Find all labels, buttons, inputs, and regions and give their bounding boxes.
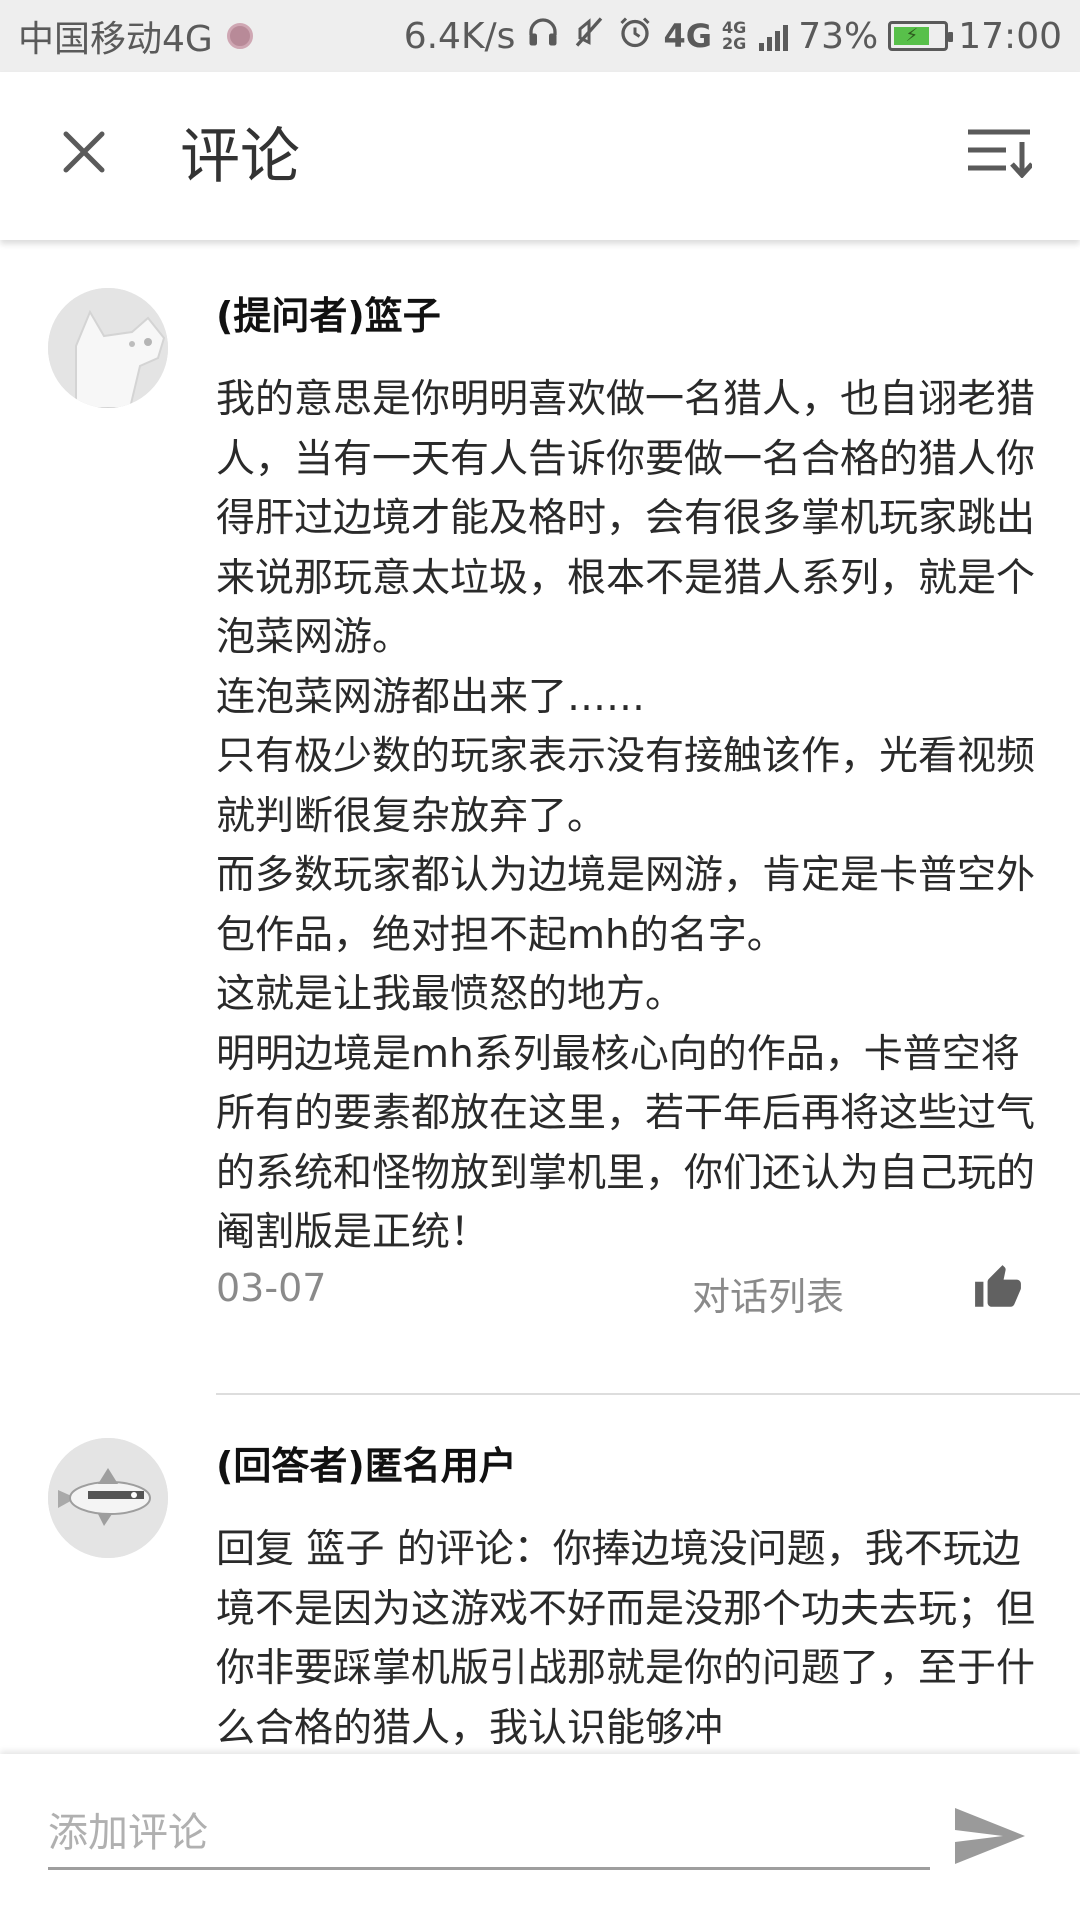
network-type-2g-small: 2G — [721, 34, 747, 53]
status-bar-left: 中国移动4G — [18, 10, 253, 62]
status-bar-right: 6.4K/s 4G 4G 2G 73% ⚡ 17:00 — [394, 14, 1062, 59]
sort-button[interactable] — [954, 116, 1044, 188]
signal-icon — [756, 21, 789, 51]
comment-meta: 03-07 对话列表 — [216, 1258, 1080, 1321]
alarm-icon — [617, 14, 653, 59]
network-type-dual: 4G 2G — [722, 20, 746, 52]
sort-icon — [968, 129, 1032, 178]
page-title: 评论 — [180, 122, 300, 192]
mute-icon — [571, 14, 607, 59]
network-type-4g: 4G — [663, 17, 712, 55]
comment-item: (提问者)篮子 我的意思是你明明喜欢做一名猎人，也自诩老猎人，当有一天有人告诉你… — [0, 240, 1080, 1400]
network-speed: 6.4K/s — [403, 15, 516, 57]
avatar[interactable] — [48, 1438, 168, 1558]
fish-avatar-icon — [48, 1438, 168, 1558]
close-button[interactable] — [48, 116, 120, 188]
dog-avatar-icon — [48, 288, 168, 408]
conversation-list-link[interactable]: 对话列表 — [692, 1266, 844, 1321]
send-icon — [955, 1808, 1025, 1864]
comment-input-bar — [0, 1754, 1080, 1920]
comment-body: (提问者)篮子 我的意思是你明明喜欢做一名猎人，也自诩老猎人，当有一天有人告诉你… — [216, 292, 1080, 1263]
add-comment-input[interactable] — [48, 1798, 930, 1870]
comment-item: (回答者)匿名用户 回复 篮子 的评论：你捧边境没问题，我不玩边境不是因为这游戏… — [0, 1400, 1080, 1754]
headset-icon — [525, 14, 561, 59]
clock: 17:00 — [958, 15, 1062, 57]
carrier-name: 中国移动4G — [18, 19, 213, 60]
battery-level: ⚡ — [894, 27, 930, 45]
avatar[interactable] — [48, 288, 168, 408]
comment-author[interactable]: (回答者)匿名用户 — [216, 1442, 1080, 1490]
close-icon — [63, 131, 105, 173]
battery-percent: 73% — [798, 15, 879, 57]
app-header: 评论 — [0, 72, 1080, 240]
comment-text: 我的意思是你明明喜欢做一名猎人，也自诩老猎人，当有一天有人告诉你要做一名合格的猎… — [216, 377, 1036, 1255]
notification-dot-icon — [226, 23, 253, 49]
battery-icon: ⚡ — [888, 21, 954, 51]
comment-text: 回复 篮子 的评论：你捧边境没问题，我不玩边境不是因为这游戏不好而是没那个功夫去… — [216, 1527, 1036, 1751]
status-bar: 中国移动4G 6.4K/s 4G 4G 2G 73% ⚡ 17:00 — [0, 0, 1080, 72]
comment-date: 03-07 — [216, 1266, 327, 1310]
comment-author[interactable]: (提问者)篮子 — [216, 292, 1080, 340]
comment-divider — [216, 1393, 1080, 1395]
like-button[interactable] — [968, 1258, 1028, 1318]
send-button[interactable] — [950, 1800, 1030, 1872]
comment-body: (回答者)匿名用户 回复 篮子 的评论：你捧边境没问题，我不玩边境不是因为这游戏… — [216, 1442, 1080, 1754]
comment-list[interactable]: (提问者)篮子 我的意思是你明明喜欢做一名猎人，也自诩老猎人，当有一天有人告诉你… — [0, 240, 1080, 1754]
thumbs-up-icon — [975, 1265, 1021, 1307]
